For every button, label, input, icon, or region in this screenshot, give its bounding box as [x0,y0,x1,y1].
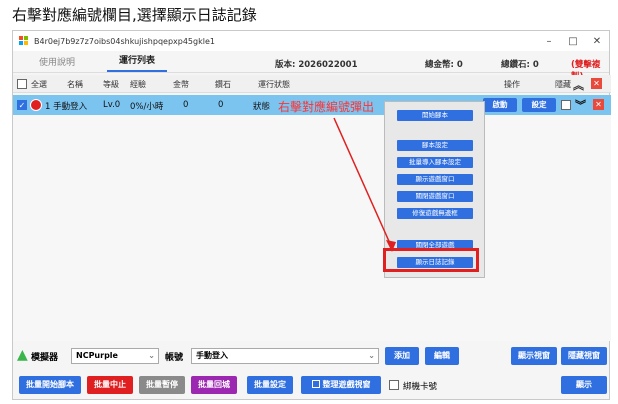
arrow-line [333,117,393,249]
annotation-arrow [333,117,396,252]
highlight-box [383,248,479,272]
page: 右擊對應編號欄目,選擇顯示日誌記錄 B4r0ej7b9z7z7oibs04shk… [0,0,618,404]
